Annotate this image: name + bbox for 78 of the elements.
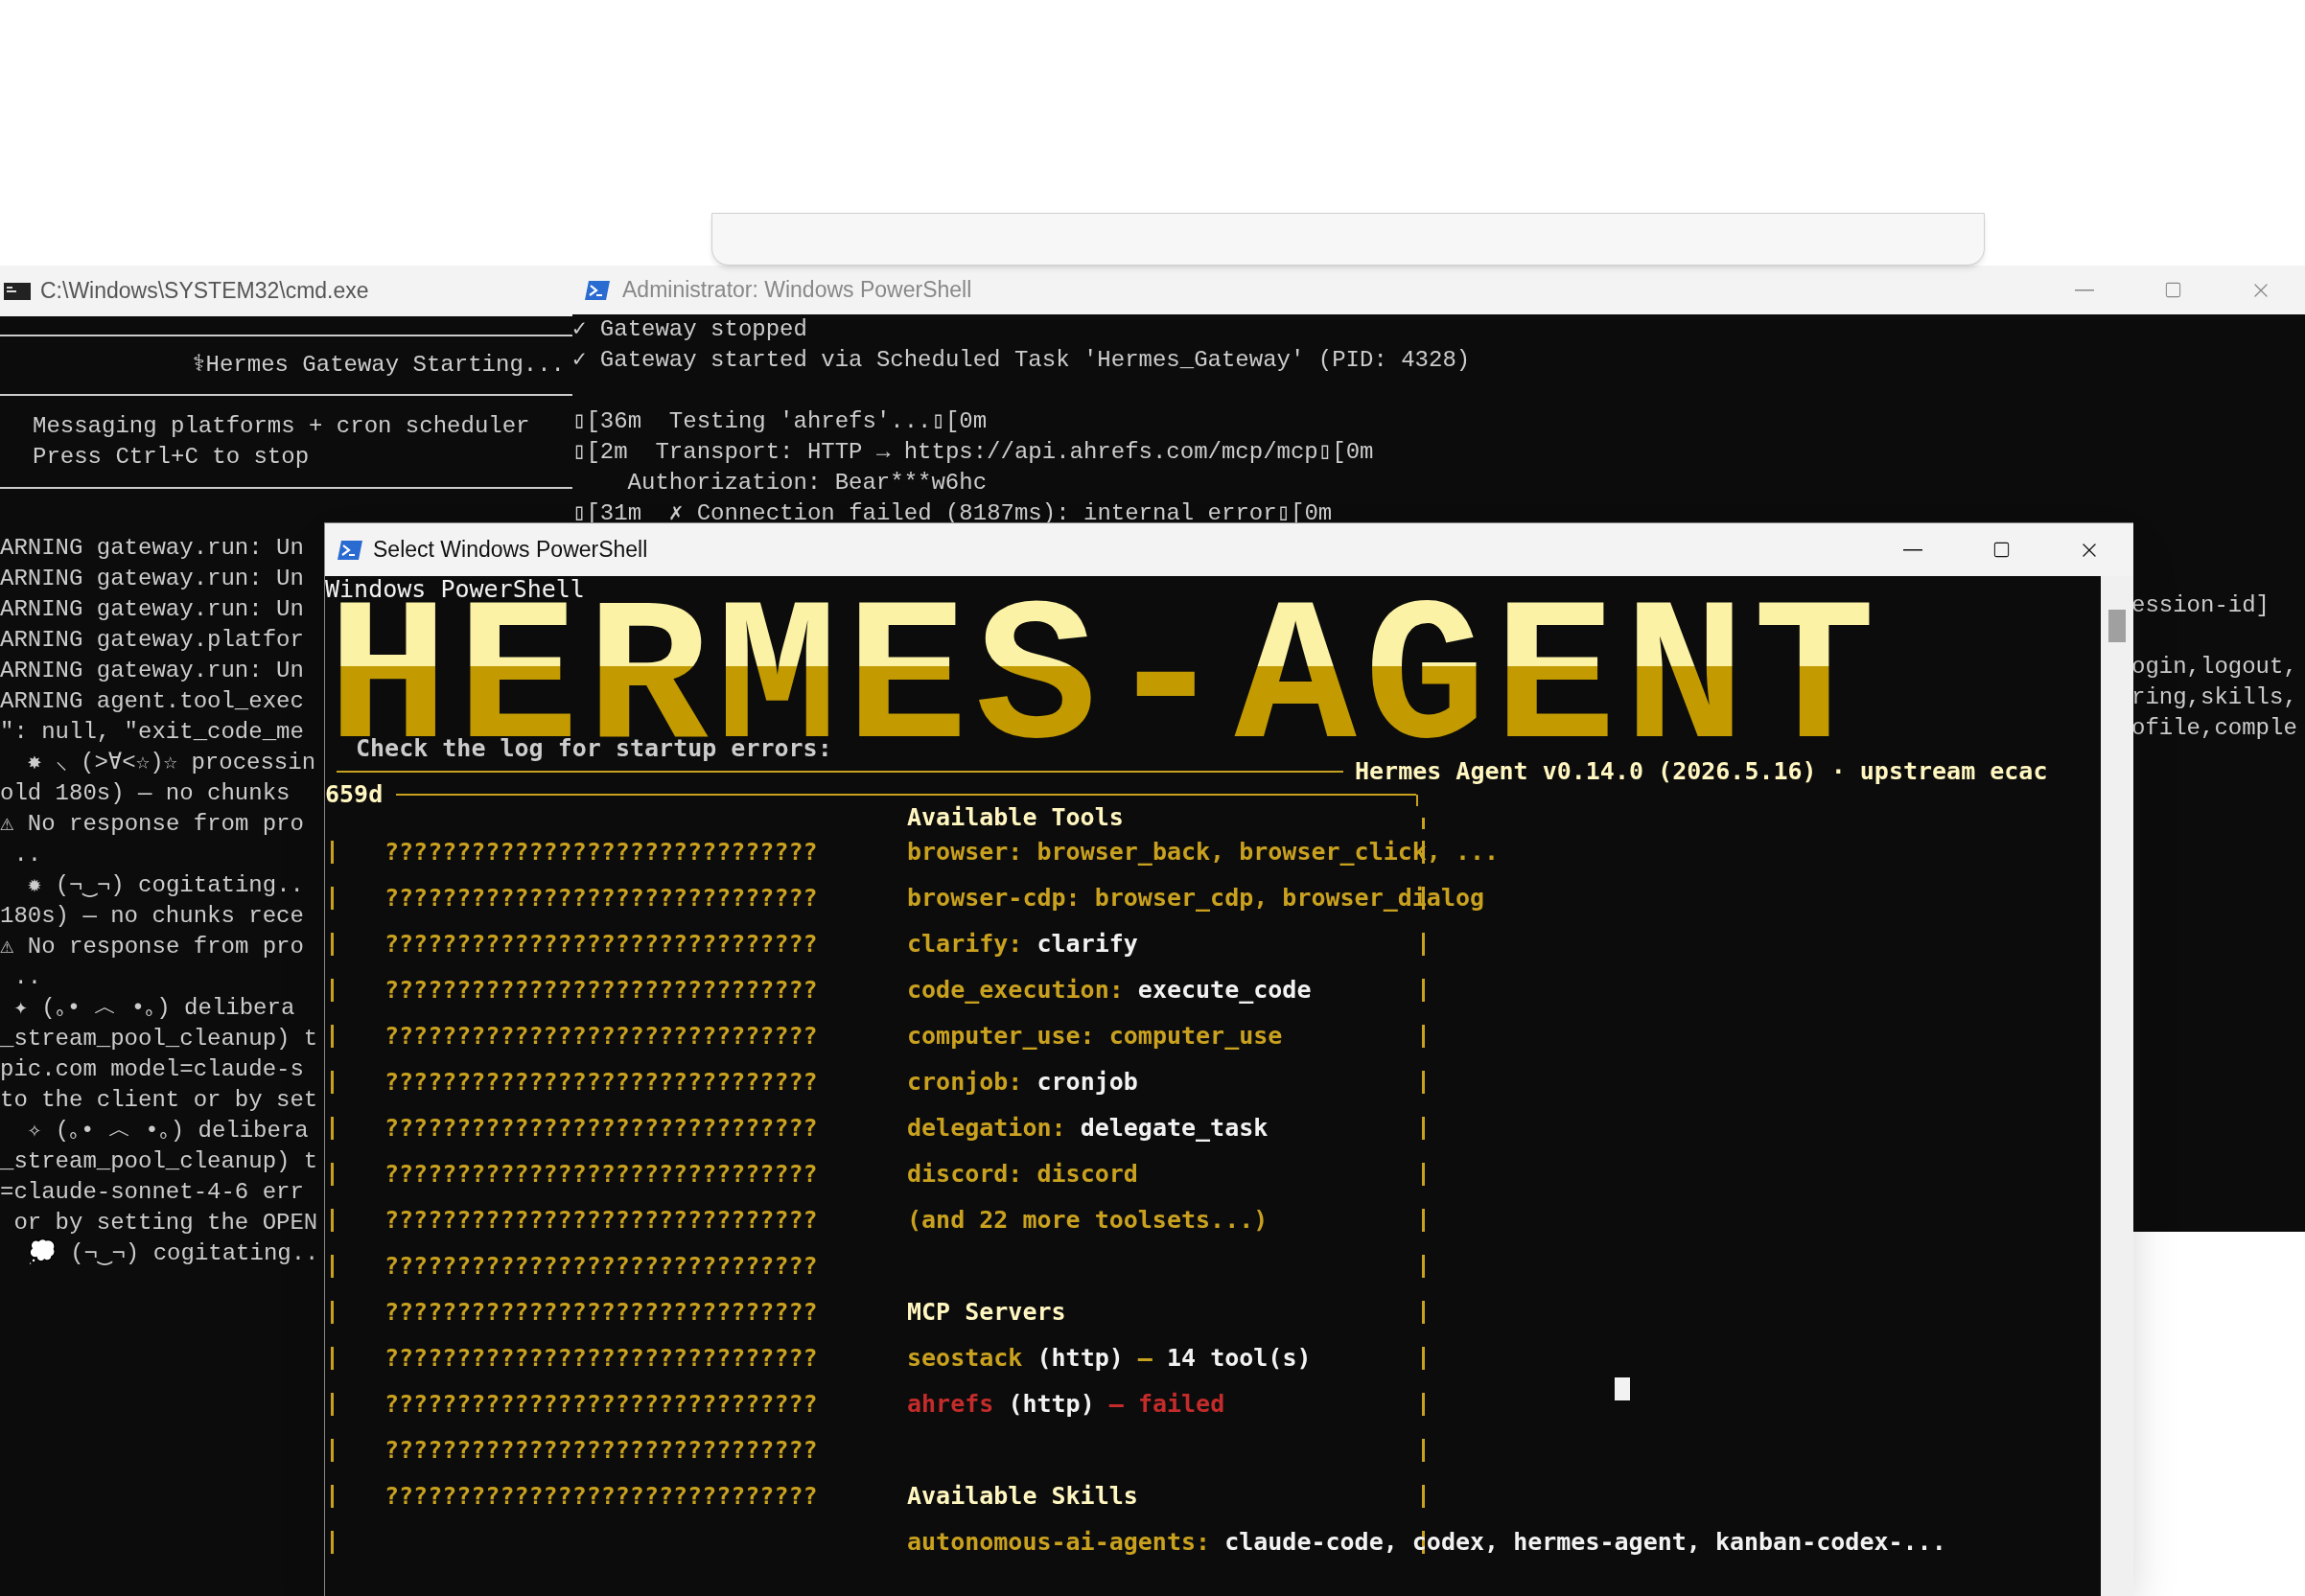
log-line: 180s) — no chunks rece: [0, 902, 304, 931]
placeholder-row-text: ??????????????????????????????: [384, 1159, 818, 1191]
section-heading: Available Skills: [907, 1481, 1138, 1513]
placeholder-row-text: ??????????????????????????????: [384, 1251, 818, 1283]
placeholder-row-text: ??????????????????????????????: [384, 929, 818, 960]
placeholder-row-text: ??????????????????????????????: [384, 1481, 818, 1513]
section-heading: MCP Servers: [907, 1297, 1066, 1329]
console-line: Authorization: Bear***w6hc: [626, 469, 988, 497]
placeholder-row-text: ??????????????????????????????: [384, 1435, 818, 1467]
log-line: ⚠ No response from pro: [0, 810, 304, 839]
tool-entry: computer_use: computer_use: [907, 1021, 1283, 1052]
placeholder-row-text: ??????????????????????????????: [384, 883, 818, 914]
console-line: ✓ Gateway started via Scheduled Task 'Hermes_Gateway' (PID: 4328): [572, 346, 1471, 375]
scrollbar[interactable]: [2101, 576, 2133, 1596]
log-line: ..: [12, 963, 42, 992]
log-line: old 180s) — no chunks: [0, 779, 291, 808]
tool-entry: discord: discord: [907, 1159, 1138, 1191]
window-title: Select Windows PowerShell: [373, 536, 648, 565]
log-line: ✦ (｡• ︿ •｡) delibera: [12, 994, 295, 1023]
mcp-server-entry: seostack (http) – 14 tool(s): [907, 1343, 1312, 1375]
scrollbar-thumb[interactable]: [2108, 610, 2126, 642]
maximize-icon: [2163, 281, 2182, 299]
log-line: ARNING agent.tool_exec: [0, 687, 304, 716]
placeholder-row-text: ??????????????????????????????: [384, 1389, 818, 1421]
placeholder-row-text: ??????????????????????????????: [384, 1113, 818, 1145]
console-line: ofile,comple: [2131, 714, 2297, 743]
console-icon: [4, 281, 31, 301]
console-line: ▯[31m ✗ Connection failed (8187ms): internal error▯[0m: [572, 499, 1333, 528]
info-line: Messaging platforms + cron scheduler: [33, 412, 530, 441]
section-heading: Available Tools: [907, 802, 1124, 834]
window-title: C:\Windows\SYSTEM32\cmd.exe: [40, 277, 369, 306]
console-line: ring,skills,: [2131, 683, 2297, 712]
placeholder-row-text: ??????????????????????????????: [384, 1205, 818, 1237]
box-label: 659d: [325, 779, 384, 811]
console-line: ▯[36m Testing 'ahrefs'...▯[0m: [572, 407, 988, 436]
placeholder-row-text: ??????????????????????????????: [384, 1297, 818, 1329]
log-line: ARNING gateway.run: Un: [0, 534, 304, 563]
tool-entry: clarify: clarify: [907, 929, 1138, 960]
maximize-icon: [1991, 541, 2011, 559]
log-line: ARNING gateway.run: Un: [0, 657, 304, 685]
log-line: _stream_pool_cleanup) t: [0, 1025, 318, 1053]
text-cursor: [1615, 1377, 1630, 1400]
version-text: Hermes Agent v0.14.0 (2026.5.16) · upstream ecac: [1355, 756, 2048, 788]
log-line: ": null, "exit_code_me: [0, 718, 304, 747]
tool-entry: delegation: delegate_task: [907, 1113, 1269, 1145]
minimize-icon: [2075, 289, 2094, 291]
log-line: ARNING gateway.platfor: [0, 626, 304, 655]
log-line: ⚠ No response from pro: [0, 933, 304, 961]
powershell-icon: [337, 538, 363, 562]
mcp-server-entry: ahrefs (http) – failed: [907, 1389, 1225, 1421]
tool-entry: code_execution: execute_code: [907, 975, 1312, 1006]
placeholder-row-text: ??????????????????????????????: [384, 1343, 818, 1375]
log-line: ARNING gateway.run: Un: [0, 565, 304, 593]
placeholder-row-text: ??????????????????????????????: [384, 1067, 818, 1099]
tool-entry: cronjob: cronjob: [907, 1067, 1138, 1099]
log-line: ✧ (｡• ︿ •｡) delibera: [26, 1117, 309, 1145]
log-line: ARNING gateway.run: Un: [0, 595, 304, 624]
log-line: or by setting the OPEN: [12, 1209, 318, 1237]
console-line: ogin,logout,: [2131, 653, 2297, 682]
log-line: ✸ ⸜ (>∀<☆)☆ processin: [26, 749, 316, 777]
log-line: pic.com model=claude-s: [0, 1055, 304, 1084]
placeholder-row-text: ??????????????????????????????: [384, 837, 818, 868]
placeholder-row-text: ??????????????????????????????: [384, 1021, 818, 1052]
console-line: ✓ Gateway stopped: [572, 315, 807, 344]
log-line: ..: [12, 841, 42, 869]
log-line: =claude-sonnet-4-6 err: [0, 1178, 304, 1207]
log-line: _stream_pool_cleanup) t: [0, 1147, 318, 1176]
minimize-icon: [1903, 548, 1922, 551]
log-line: to the client or by set: [0, 1086, 318, 1115]
powershell-icon: [584, 278, 611, 302]
gateway-title: ⚕Hermes Gateway Starting...: [192, 351, 565, 380]
info-line: Press Ctrl+C to stop: [33, 443, 310, 472]
more-toolsets-note: (and 22 more toolsets...): [907, 1205, 1269, 1237]
placeholder-row-text: ??????????????????????????????: [384, 975, 818, 1006]
window-title: Administrator: Windows PowerShell: [622, 276, 972, 305]
console-line: ession-id]: [2131, 591, 2270, 620]
console-line: ▯[2m Transport: HTTP → https://api.ahrefs.com/mcp/mcp▯[0m: [572, 438, 1374, 467]
log-line: ✹ (¬‿¬) cogitating..: [26, 871, 304, 900]
